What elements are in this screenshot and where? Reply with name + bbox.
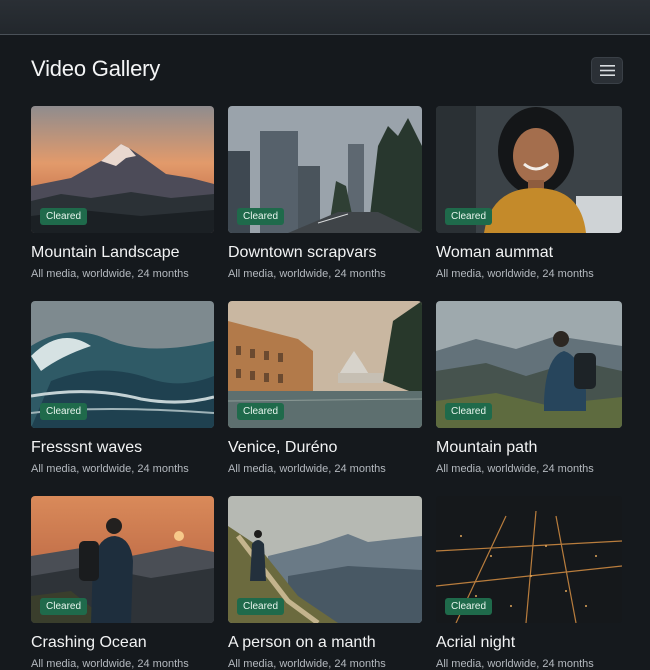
video-title[interactable]: Woman aummat [436, 244, 553, 262]
video-thumbnail: Cleared [436, 106, 622, 233]
license-info: All media, worldwide, 24 months [436, 268, 594, 280]
video-thumbnail: Cleared [228, 496, 422, 623]
video-title[interactable]: Mountain path [436, 439, 537, 457]
license-info: All media, worldwide, 24 months [31, 268, 189, 280]
video-thumbnail: Cleared [31, 106, 214, 233]
video-title[interactable]: Crashing Ocean [31, 634, 147, 652]
cleared-badge: Cleared [445, 598, 493, 615]
license-info: All media, worldwide, 24 months [228, 268, 386, 280]
license-info: All media, worldwide, 24 months [436, 463, 594, 475]
license-info: All media, worldwide, 24 months [228, 463, 386, 475]
video-title[interactable]: Acrial night [436, 634, 515, 652]
cleared-badge: Cleared [237, 208, 285, 225]
cleared-badge: Cleared [40, 208, 88, 225]
cleared-badge: Cleared [40, 403, 88, 420]
video-thumbnail: Cleared [31, 496, 214, 623]
license-info: All media, worldwide, 24 months [436, 658, 594, 670]
cleared-badge: Cleared [237, 598, 285, 615]
license-info: All media, worldwide, 24 months [228, 658, 386, 670]
video-thumbnail: Cleared [228, 301, 422, 428]
video-title[interactable]: Downtown scrapvars [228, 244, 377, 262]
video-thumbnail: Cleared [228, 106, 422, 233]
video-title[interactable]: Fresssnt waves [31, 439, 142, 457]
cleared-badge: Cleared [445, 208, 493, 225]
license-info: All media, worldwide, 24 months [31, 463, 189, 475]
video-title[interactable]: Venice, Duréno [228, 439, 337, 457]
cleared-badge: Cleared [237, 403, 285, 420]
video-title[interactable]: A person on a manth [228, 634, 376, 652]
video-thumbnail: Cleared [436, 496, 622, 623]
video-title[interactable]: Mountain Landscape [31, 244, 180, 262]
cleared-badge: Cleared [40, 598, 88, 615]
cleared-badge: Cleared [445, 403, 493, 420]
video-grid: Cleared Mountain Landscape All media, wo… [0, 0, 650, 670]
license-info: All media, worldwide, 24 months [31, 658, 189, 670]
video-thumbnail: Cleared [436, 301, 622, 428]
video-thumbnail: Cleared [31, 301, 214, 428]
